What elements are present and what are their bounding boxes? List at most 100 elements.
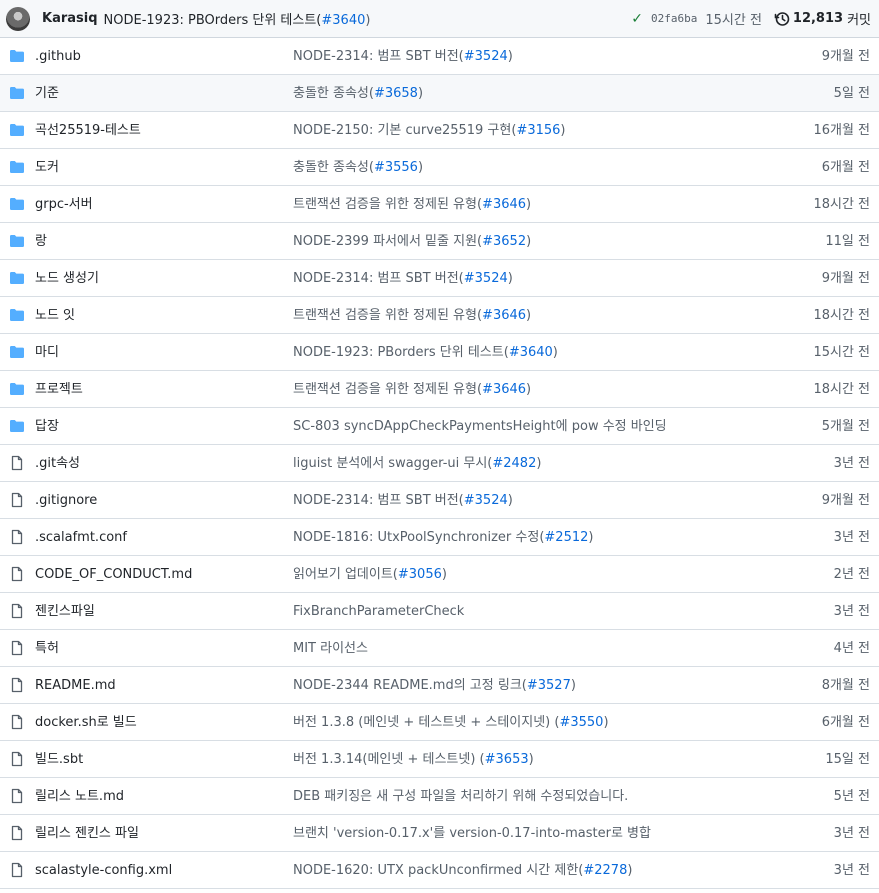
commit-message-text[interactable]: NODE-2399 파서에서 밑줄 지원(: [293, 234, 482, 249]
file-row[interactable]: CODE_OF_CONDUCT.md 읽어보기 업데이트(#3056) 2년 전: [0, 556, 879, 593]
commit-message[interactable]: 버전 1.3.14(메인넷 + 테스트넷) (#3653): [293, 741, 759, 778]
file-row[interactable]: 노드 잇 트랜잭션 검증을 위한 정제된 유형(#3646) 18시간 전: [0, 297, 879, 334]
file-row[interactable]: .scalafmt.conf NODE-1816: UtxPoolSynchron…: [0, 519, 879, 556]
commit-pr-link[interactable]: #3646: [482, 197, 526, 212]
commit-message-text[interactable]: SC-803 syncDAppCheckPaymentsHeight에 pow …: [293, 419, 667, 434]
commit-message[interactable]: NODE-1620: UTX packUnconfirmed 시간 제한(#22…: [293, 852, 759, 889]
file-row[interactable]: 노드 생성기 NODE-2314: 범프 SBT 버전(#3524) 9개월 전: [0, 260, 879, 297]
file-row[interactable]: 기준 충돌한 종속성(#3658) 5일 전: [0, 75, 879, 112]
commit-message-text[interactable]: NODE-1816: UtxPoolSynchronizer 수정(: [293, 530, 544, 545]
commit-message[interactable]: 버전 1.3.8 (메인넷 + 테스트넷 + 스테이지넷) (#3550): [293, 704, 759, 741]
file-name[interactable]: .gitignore: [35, 482, 293, 519]
file-name[interactable]: .git속성: [35, 445, 293, 482]
file-name[interactable]: docker.sh로 빌드: [35, 704, 293, 741]
file-row[interactable]: 마디 NODE-1923: PBorders 단위 테스트(#3640) 15시간 …: [0, 334, 879, 371]
commit-message-text[interactable]: NODE-2314: 범프 SBT 버전(: [293, 271, 464, 286]
commit-message[interactable]: SC-803 syncDAppCheckPaymentsHeight에 pow …: [293, 408, 759, 445]
file-name[interactable]: 프로젝트: [35, 371, 293, 408]
file-row[interactable]: 곡선25519-테스트 NODE-2150: 기본 curve25519 구현(#…: [0, 112, 879, 149]
commit-message[interactable]: 충돌한 종속성(#3658): [293, 75, 759, 112]
file-name[interactable]: 도커: [35, 149, 293, 186]
commit-message-text[interactable]: NODE-2150: 기본 curve25519 구현(: [293, 123, 516, 138]
commit-message-text[interactable]: DEB 패키징은 새 구성 파일을 처리하기 위해 수정되었습니다.: [293, 789, 628, 804]
commits-count[interactable]: 12,813: [793, 11, 843, 26]
commit-message-text[interactable]: NODE-1923: PBOrders 단위 테스트(: [104, 13, 322, 28]
file-row[interactable]: README.md NODE-2344 README.md의 고정 링크(#352…: [0, 667, 879, 704]
commit-pr-link[interactable]: #2278: [583, 863, 627, 878]
commit-pr-link[interactable]: #3524: [464, 49, 508, 64]
commit-message[interactable]: DEB 패키징은 새 구성 파일을 처리하기 위해 수정되었습니다.: [293, 778, 759, 815]
file-row[interactable]: scalastyle-config.xml NODE-1620: UTX pack…: [0, 852, 879, 889]
commit-pr-link[interactable]: #3652: [482, 234, 526, 249]
file-name[interactable]: 노드 잇: [35, 297, 293, 334]
commit-message-text[interactable]: 버전 1.3.14(메인넷 + 테스트넷) (: [293, 752, 485, 767]
file-name[interactable]: 노드 생성기: [35, 260, 293, 297]
check-icon[interactable]: ✓: [631, 11, 643, 27]
commit-pr-link[interactable]: #3524: [464, 271, 508, 286]
file-row[interactable]: 랑 NODE-2399 파서에서 밑줄 지원(#3652) 11일 전: [0, 223, 879, 260]
file-name[interactable]: .scalafmt.conf: [35, 519, 293, 556]
commit-message-text[interactable]: NODE-2314: 범프 SBT 버전(: [293, 49, 464, 64]
commit-message-text[interactable]: 트랜잭션 검증을 위한 정제된 유형(: [293, 382, 482, 397]
file-row[interactable]: grpc-서버 트랜잭션 검증을 위한 정제된 유형(#3646) 18시간 전: [0, 186, 879, 223]
history-icon[interactable]: [774, 11, 790, 27]
commit-message[interactable]: NODE-2314: 범프 SBT 버전(#3524): [293, 482, 759, 519]
commit-message-text[interactable]: NODE-2344 README.md의 고정 링크(: [293, 678, 527, 693]
commit-message[interactable]: 충돌한 종속성(#3556): [293, 149, 759, 186]
commit-message-text[interactable]: FixBranchParameterCheck: [293, 604, 464, 619]
commit-message[interactable]: NODE-2399 파서에서 밑줄 지원(#3652): [293, 223, 759, 260]
commit-pr-link[interactable]: #3640: [321, 13, 365, 28]
commit-pr-link[interactable]: #3527: [527, 678, 571, 693]
file-row[interactable]: 프로젝트 트랜잭션 검증을 위한 정제된 유형(#3646) 18시간 전: [0, 371, 879, 408]
file-row[interactable]: .git속성 liguist 분석에서 swagger-ui 무시(#2482) 3…: [0, 445, 879, 482]
file-name[interactable]: 기준: [35, 75, 293, 112]
commit-message[interactable]: liguist 분석에서 swagger-ui 무시(#2482): [293, 445, 759, 482]
commit-message-text[interactable]: NODE-1923: PBorders 단위 테스트(: [293, 345, 509, 360]
file-name[interactable]: 젠킨스파일: [35, 593, 293, 630]
commit-message-text[interactable]: 버전 1.3.8 (메인넷 + 테스트넷 + 스테이지넷) (: [293, 715, 559, 730]
commit-message[interactable]: MIT 라이선스: [293, 630, 759, 667]
commit-message[interactable]: 트랜잭션 검증을 위한 정제된 유형(#3646): [293, 371, 759, 408]
commit-pr-link[interactable]: #3658: [374, 86, 418, 101]
file-row[interactable]: .github NODE-2314: 범프 SBT 버전(#3524) 9개월 전: [0, 38, 879, 75]
file-row[interactable]: .gitignore NODE-2314: 범프 SBT 버전(#3524) 9개월…: [0, 482, 879, 519]
commit-message[interactable]: 트랜잭션 검증을 위한 정제된 유형(#3646): [293, 186, 759, 223]
commit-message[interactable]: 트랜잭션 검증을 위한 정제된 유형(#3646): [293, 297, 759, 334]
file-name[interactable]: 릴리스 젠킨스 파일: [35, 815, 293, 852]
commit-author[interactable]: Karasiq: [42, 11, 98, 26]
commit-message-text[interactable]: 트랜잭션 검증을 위한 정제된 유형(: [293, 197, 482, 212]
commit-message-text[interactable]: NODE-2314: 범프 SBT 버전(: [293, 493, 464, 508]
commit-message-text[interactable]: MIT 라이선스: [293, 641, 368, 656]
file-row[interactable]: 빌드.sbt 버전 1.3.14(메인넷 + 테스트넷) (#3653) 15일 전: [0, 741, 879, 778]
commit-message[interactable]: NODE-2150: 기본 curve25519 구현(#3156): [293, 112, 759, 149]
file-name[interactable]: CODE_OF_CONDUCT.md: [35, 556, 293, 593]
file-name[interactable]: 특허: [35, 630, 293, 667]
file-name[interactable]: README.md: [35, 667, 293, 704]
file-row[interactable]: docker.sh로 빌드 버전 1.3.8 (메인넷 + 테스트넷 + 스테이지…: [0, 704, 879, 741]
file-name[interactable]: .github: [35, 38, 293, 75]
commit-message[interactable]: NODE-2344 README.md의 고정 링크(#3527): [293, 667, 759, 704]
commit-message-text[interactable]: 충돌한 종속성(: [293, 86, 374, 101]
commit-pr-link[interactable]: #3646: [482, 382, 526, 397]
file-row[interactable]: 도커 충돌한 종속성(#3556) 6개월 전: [0, 149, 879, 186]
commit-message-text[interactable]: NODE-1620: UTX packUnconfirmed 시간 제한(: [293, 863, 583, 878]
commit-message-text[interactable]: 충돌한 종속성(: [293, 160, 374, 175]
commit-sha[interactable]: 02fa6ba: [651, 12, 697, 25]
commit-message-text[interactable]: liguist 분석에서 swagger-ui 무시(: [293, 456, 492, 471]
commit-pr-link[interactable]: #3056: [398, 567, 442, 582]
commit-pr-link[interactable]: #3524: [464, 493, 508, 508]
commit-pr-link[interactable]: #3550: [559, 715, 603, 730]
commit-message[interactable]: NODE-1923: PBorders 단위 테스트(#3640): [293, 334, 759, 371]
file-name[interactable]: 마디: [35, 334, 293, 371]
commit-message[interactable]: NODE-1816: UtxPoolSynchronizer 수정(#2512): [293, 519, 759, 556]
commit-pr-link[interactable]: #3156: [516, 123, 560, 138]
file-name[interactable]: 빌드.sbt: [35, 741, 293, 778]
file-row[interactable]: 릴리스 노트.md DEB 패키징은 새 구성 파일을 처리하기 위해 수정되었습…: [0, 778, 879, 815]
commit-message[interactable]: 브랜치 'version-0.17.x'를 version-0.17-into-…: [293, 815, 759, 852]
commit-message[interactable]: NODE-2314: 범프 SBT 버전(#3524): [293, 260, 759, 297]
file-name[interactable]: 랑: [35, 223, 293, 260]
commit-pr-link[interactable]: #3653: [485, 752, 529, 767]
commit-pr-link[interactable]: #2512: [544, 530, 588, 545]
file-name[interactable]: scalastyle-config.xml: [35, 852, 293, 889]
file-name[interactable]: grpc-서버: [35, 186, 293, 223]
